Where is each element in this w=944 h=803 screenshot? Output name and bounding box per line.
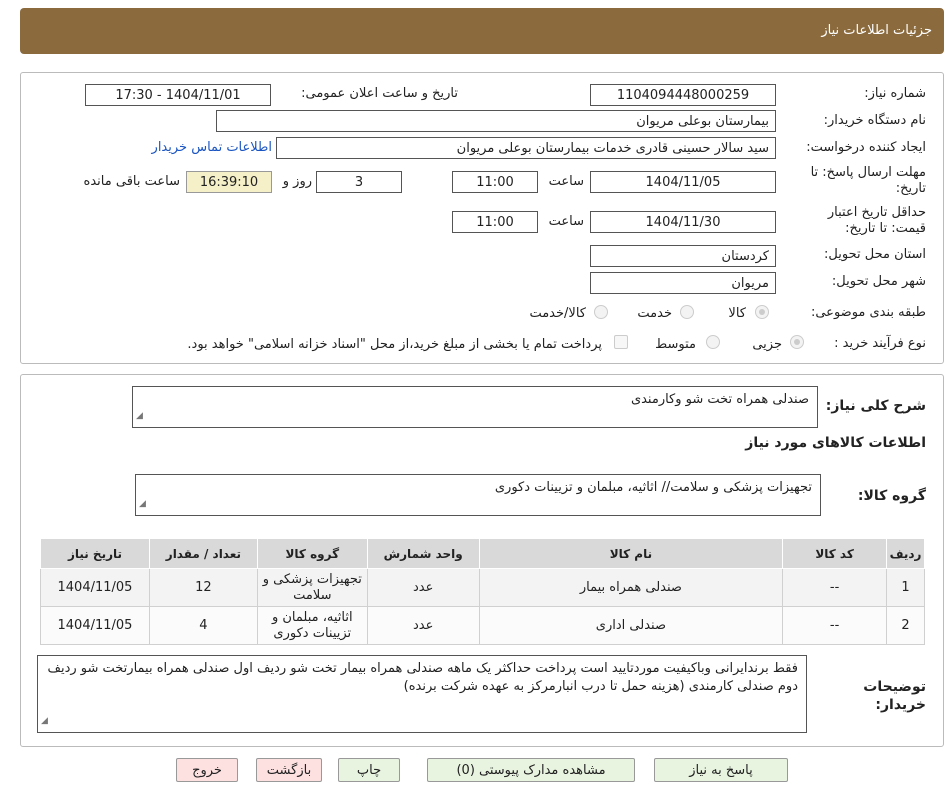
goods-group-label: گروه کالا: bbox=[857, 488, 926, 504]
buyer-notes-text: فقط برندایرانی وباکیفیت موردتایید است پر… bbox=[47, 661, 799, 694]
category-radio-goods[interactable] bbox=[755, 305, 769, 319]
validity-label: حداقل تاریخ اعتبار قیمت: تا تاریخ: bbox=[827, 205, 926, 236]
deadline-time-field: 11:00 bbox=[452, 171, 538, 193]
cell-unit: عدد bbox=[366, 606, 480, 645]
treasury-note: پرداخت تمام یا بخشی از مبلغ خرید،از محل … bbox=[187, 337, 602, 352]
process-radio-minor[interactable] bbox=[790, 335, 804, 349]
province-field: کردستان bbox=[590, 245, 776, 267]
col-unit: واحد شمارش bbox=[366, 538, 480, 569]
cell-group: اثاثیه، مبلمان و تزیینات دکوری bbox=[256, 606, 368, 645]
goods-group-textarea[interactable]: تجهیزات پزشکی و سلامت// اثاثیه، مبلمان و… bbox=[135, 474, 821, 516]
cell-date: 1404/11/05 bbox=[40, 606, 150, 645]
category-option-service: خدمت bbox=[637, 306, 672, 321]
back-button[interactable]: بازگشت bbox=[256, 758, 322, 782]
resize-grip-icon[interactable]: ◢ bbox=[136, 407, 143, 425]
announce-field: 1404/11/01 - 17:30 bbox=[85, 84, 271, 106]
goods-group-text: تجهیزات پزشکی و سلامت// اثاثیه، مبلمان و… bbox=[494, 480, 812, 495]
buyer-org-field: بیمارستان بوعلی مریوان bbox=[216, 110, 776, 132]
cell-qty: 12 bbox=[148, 568, 258, 607]
remaining-time-label: ساعت باقی مانده bbox=[83, 174, 180, 189]
category-radio-both[interactable] bbox=[594, 305, 608, 319]
page-header: جزئیات اطلاعات نیاز bbox=[20, 8, 944, 54]
requester-field: سید سالار حسینی قادری خدمات بیمارستان بو… bbox=[276, 137, 776, 159]
print-button[interactable]: چاپ bbox=[338, 758, 400, 782]
cell-qty: 4 bbox=[148, 606, 258, 645]
deadline-time-label: ساعت bbox=[548, 174, 584, 189]
col-name: نام کالا bbox=[478, 538, 784, 569]
table-header-row: ردیف کد کالا نام کالا واحد شمارش گروه کا… bbox=[40, 538, 925, 569]
need-number-field: 1104094448000259 bbox=[590, 84, 776, 106]
cell-row: 2 bbox=[886, 606, 925, 645]
view-attachments-button[interactable]: مشاهده مدارک پیوستی (0) bbox=[427, 758, 635, 782]
col-date: تاریخ نیاز bbox=[40, 538, 150, 569]
deadline-date-field: 1404/11/05 bbox=[590, 171, 776, 193]
treasury-checkbox[interactable] bbox=[614, 335, 628, 349]
resize-grip-icon[interactable]: ◢ bbox=[41, 712, 48, 730]
validity-date-field: 1404/11/30 bbox=[590, 211, 776, 233]
validity-time-field: 11:00 bbox=[452, 211, 538, 233]
goods-table: ردیف کد کالا نام کالا واحد شمارش گروه کا… bbox=[40, 538, 925, 645]
buyer-notes-textarea[interactable]: فقط برندایرانی وباکیفیت موردتایید است پر… bbox=[37, 655, 807, 733]
summary-label: شرح کلی نیاز: bbox=[825, 398, 926, 414]
col-row: ردیف bbox=[886, 538, 925, 569]
summary-textarea[interactable]: صندلی همراه تخت شو وکارمندی ◢ bbox=[132, 386, 818, 428]
process-option-medium: متوسط bbox=[655, 337, 696, 352]
cell-unit: عدد bbox=[366, 568, 480, 607]
category-label: طبقه بندی موضوعی: bbox=[810, 305, 926, 320]
cell-name: صندلی اداری bbox=[478, 606, 784, 645]
exit-button[interactable]: خروج bbox=[176, 758, 238, 782]
table-row: 2 -- صندلی اداری عدد اثاثیه، مبلمان و تز… bbox=[40, 606, 925, 645]
process-option-minor: جزیی bbox=[752, 337, 782, 352]
col-group: گروه کالا bbox=[256, 538, 368, 569]
goods-info-title: اطلاعات کالاهای مورد نیاز bbox=[745, 435, 926, 451]
cell-date: 1404/11/05 bbox=[40, 568, 150, 607]
buyer-org-label: نام دستگاه خریدار: bbox=[823, 113, 926, 128]
remaining-time-field: 16:39:10 bbox=[186, 171, 272, 193]
resize-grip-icon[interactable]: ◢ bbox=[139, 495, 146, 513]
col-code: کد کالا bbox=[782, 538, 888, 569]
category-option-goods: کالا bbox=[728, 306, 746, 321]
cell-name: صندلی همراه بیمار bbox=[478, 568, 784, 607]
buyer-notes-label: توضیحات خریدار: bbox=[863, 679, 926, 713]
cell-code: -- bbox=[782, 606, 888, 645]
process-radio-medium[interactable] bbox=[706, 335, 720, 349]
table-row: 1 -- صندلی همراه بیمار عدد تجهیزات پزشکی… bbox=[40, 568, 925, 607]
cell-group: تجهیزات پزشکی و سلامت bbox=[256, 568, 368, 607]
province-label: استان محل تحویل: bbox=[824, 247, 926, 262]
process-label: نوع فرآیند خرید : bbox=[834, 336, 926, 351]
summary-text: صندلی همراه تخت شو وکارمندی bbox=[630, 392, 809, 407]
validity-time-label: ساعت bbox=[548, 214, 584, 229]
need-number-label: شماره نیاز: bbox=[864, 86, 926, 101]
deadline-days-field: 3 bbox=[316, 171, 402, 193]
buyer-contact-link[interactable]: اطلاعات تماس خریدار bbox=[152, 140, 272, 155]
col-qty: تعداد / مقدار bbox=[148, 538, 258, 569]
cell-row: 1 bbox=[886, 568, 925, 607]
deadline-label: مهلت ارسال پاسخ: تا تاریخ: bbox=[810, 165, 926, 196]
announce-label: تاریخ و ساعت اعلان عمومی: bbox=[301, 86, 458, 101]
requester-label: ایجاد کننده درخواست: bbox=[806, 140, 926, 155]
city-label: شهر محل تحویل: bbox=[831, 274, 926, 289]
page-title: جزئیات اطلاعات نیاز bbox=[821, 23, 932, 38]
category-radio-service[interactable] bbox=[680, 305, 694, 319]
deadline-days-label: روز و bbox=[282, 174, 312, 189]
cell-code: -- bbox=[782, 568, 888, 607]
category-option-both: کالا/خدمت bbox=[529, 306, 586, 321]
city-field: مریوان bbox=[590, 272, 776, 294]
reply-button[interactable]: پاسخ به نیاز bbox=[654, 758, 788, 782]
